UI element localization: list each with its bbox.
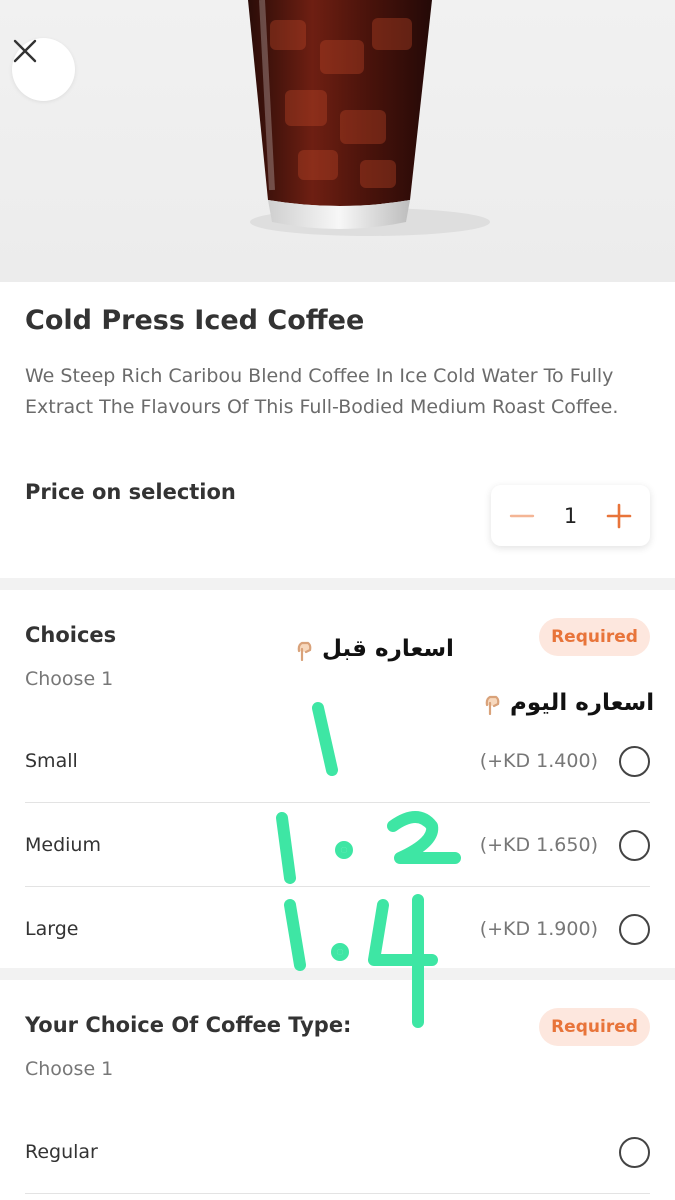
option-price: (+KD 1.650) [479, 834, 598, 856]
option-price: (+KD 1.900) [479, 918, 598, 940]
option-radio[interactable] [619, 746, 650, 777]
option-radio[interactable] [619, 914, 650, 945]
option-label: Large [25, 918, 79, 940]
note-prices-today: اسعاره اليوم [478, 690, 654, 716]
plus-icon [606, 503, 632, 528]
option-price: (+KD 1.400) [479, 750, 598, 772]
coffee-type-section-subtitle: Choose 1 [25, 1058, 114, 1080]
option-label: Medium [25, 834, 101, 856]
option-row-small[interactable]: Small (+KD 1.400) [25, 719, 650, 803]
close-button[interactable] [12, 38, 75, 101]
quantity-stepper: 1 [491, 485, 650, 546]
option-label: Regular [25, 1141, 98, 1163]
pointing-down-hand-icon [485, 695, 500, 715]
required-badge: Required [539, 618, 650, 656]
iced-coffee-glass-illustration [248, 0, 490, 236]
option-radio[interactable] [619, 830, 650, 861]
quantity-value: 1 [563, 503, 578, 528]
increase-quantity-button[interactable] [606, 503, 632, 529]
product-image [0, 0, 675, 282]
close-icon [13, 39, 37, 63]
choices-section-title: Choices [25, 623, 117, 647]
note-prices-before: اسعاره قبل [290, 636, 454, 662]
pointing-down-hand-icon [297, 641, 312, 661]
coffee-type-section-title: Your Choice Of Coffee Type: [25, 1013, 352, 1037]
option-separator [25, 1193, 650, 1194]
required-badge: Required [539, 1008, 650, 1046]
price-label: Price on selection [25, 480, 236, 504]
decrease-quantity-button[interactable] [509, 503, 535, 529]
note-prices-before-text: اسعاره قبل [322, 636, 454, 662]
note-prices-today-text: اسعاره اليوم [510, 690, 655, 716]
option-label: Small [25, 750, 78, 772]
section-divider [0, 578, 675, 590]
option-row-regular[interactable]: Regular [25, 1110, 650, 1194]
option-row-large[interactable]: Large (+KD 1.900) [25, 887, 650, 971]
minus-icon [509, 514, 535, 517]
section-divider [0, 968, 675, 980]
option-radio[interactable] [619, 1137, 650, 1168]
option-row-medium[interactable]: Medium (+KD 1.650) [25, 803, 650, 887]
product-title: Cold Press Iced Coffee [25, 305, 365, 336]
choices-section-subtitle: Choose 1 [25, 668, 114, 690]
product-description: We Steep Rich Caribou Blend Coffee In Ic… [25, 365, 619, 418]
